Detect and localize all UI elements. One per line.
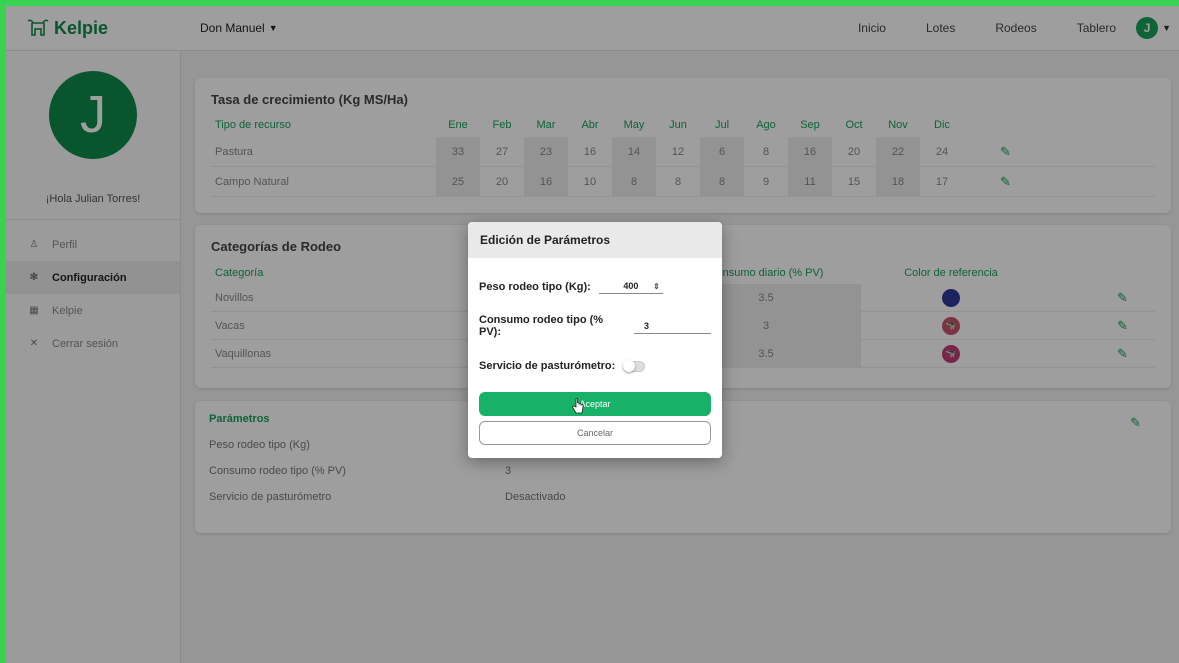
pasturometro-toggle[interactable] <box>623 359 646 372</box>
service-label: Servicio de pasturómetro: <box>479 360 616 372</box>
consumption-label: Consumo rodeo tipo (% PV): <box>479 314 604 338</box>
weight-input[interactable]: 400 ⇕ <box>598 279 663 294</box>
dialog-body: Peso rodeo tipo (Kg): 400 ⇕ Consumo rode… <box>468 279 722 445</box>
consumption-value: 3 <box>643 320 649 331</box>
weight-label: Peso rodeo tipo (Kg): <box>479 280 591 293</box>
weight-field-row: Peso rodeo tipo (Kg): 400 ⇕ <box>479 279 711 294</box>
edit-parameters-dialog: Edición de Parámetros Peso rodeo tipo (K… <box>468 222 722 458</box>
service-field-row: Servicio de pasturómetro: <box>479 359 711 372</box>
cancel-label: Cancelar <box>576 428 614 438</box>
weight-value: 400 <box>623 281 639 291</box>
spinner-icon[interactable]: ⇕ <box>653 282 660 291</box>
toggle-knob <box>623 359 636 372</box>
cancel-button[interactable]: Cancelar <box>479 421 711 445</box>
consumption-input[interactable]: 3 <box>633 319 711 334</box>
consumption-field-row: Consumo rodeo tipo (% PV): 3 <box>479 314 711 338</box>
accept-button[interactable]: Aceptar <box>479 392 711 416</box>
app-window: Kelpie Don Manuel ▼ Inicio Lotes Rodeos … <box>6 6 1179 663</box>
hand-cursor-icon <box>572 398 584 414</box>
dialog-title: Edición de Parámetros <box>468 222 722 258</box>
